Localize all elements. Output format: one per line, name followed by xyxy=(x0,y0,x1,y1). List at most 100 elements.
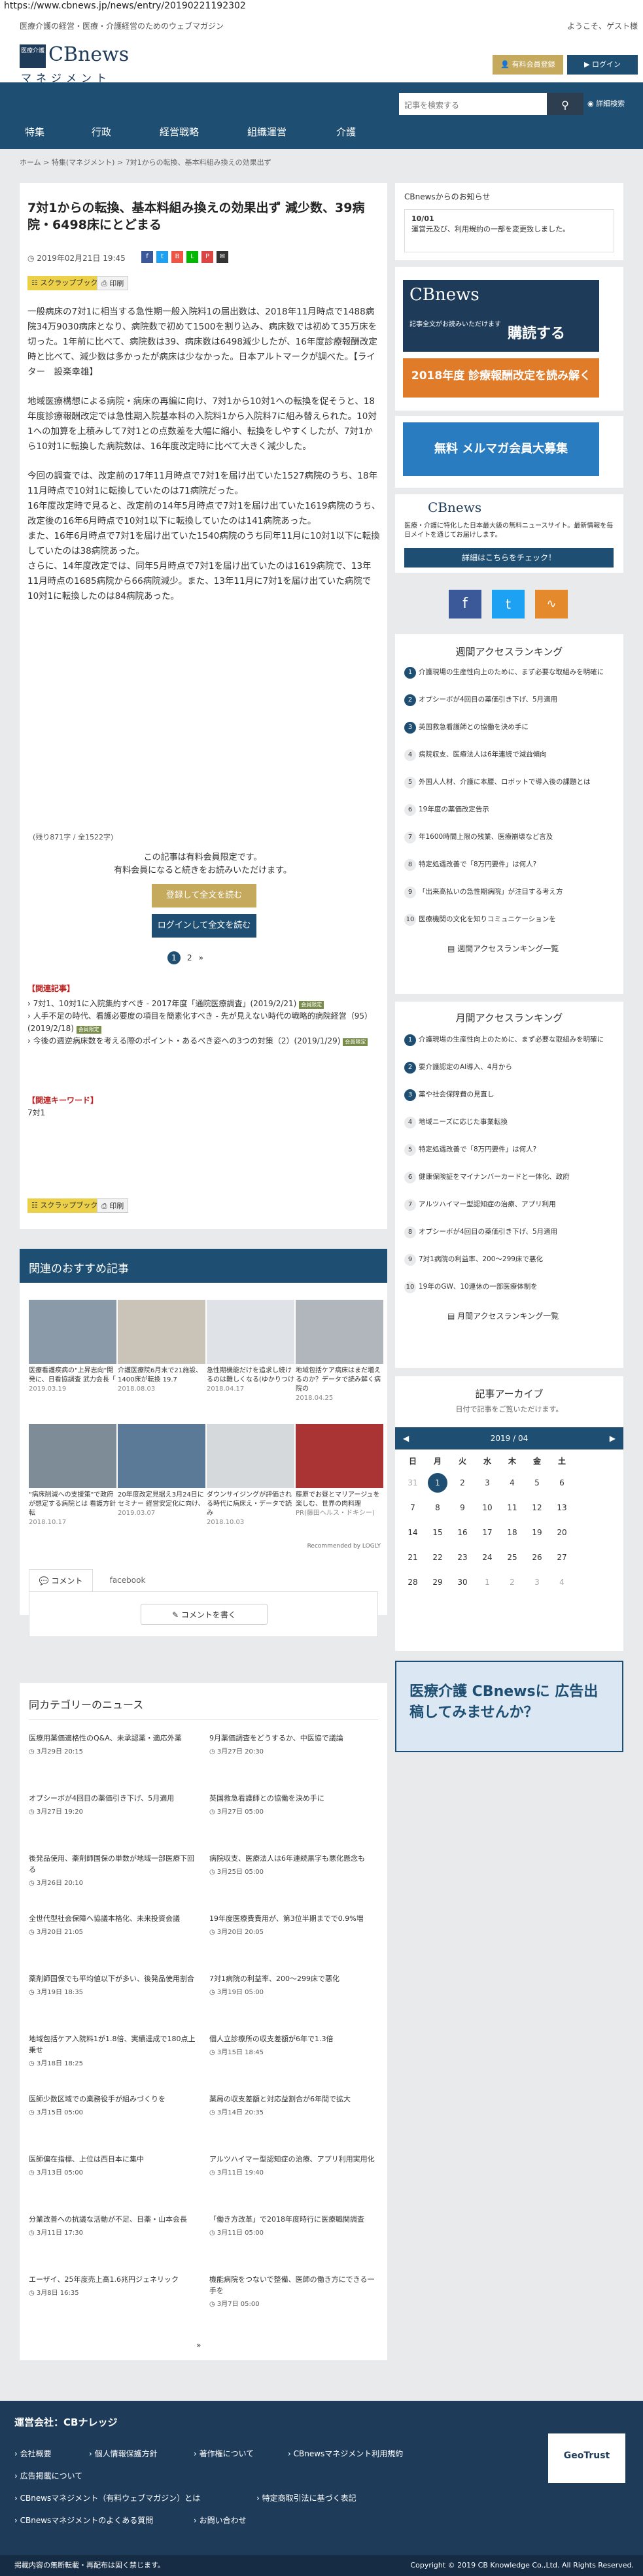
revision-ad[interactable]: 2018年度 診療報酬改定を読み解く xyxy=(403,358,599,398)
related-link[interactable]: › 今後の週逆病床数を考える際のポイント・あるべき姿への3つの対策（2）(201… xyxy=(27,1035,381,1047)
ranking-more-link[interactable]: ▤ 月間アクセスランキング一覧 xyxy=(447,1310,559,1321)
footer-link[interactable]: › 広告掲載について xyxy=(14,2470,82,2481)
category-news-item[interactable]: 医師偏在指標、上位は西日本に集中 ◷ 3月13日 05:00 xyxy=(29,2154,198,2178)
calendar-day[interactable]: 28 xyxy=(400,1570,425,1595)
ranking-item[interactable]: 8 特定処遇改善で「8万円要件」は何人? xyxy=(404,859,615,871)
mail-icon[interactable]: ✉ xyxy=(217,251,228,263)
write-comment-button[interactable]: ✎ コメントを書く xyxy=(141,1604,268,1625)
recommended-card[interactable]: ダウンサイジングが評価される時代に病床え・データで読み 2018.10.03 xyxy=(207,1424,294,1527)
ad-bottom[interactable]: 医療介護 CBnewsに 広告出稿してみませんか？ xyxy=(395,1661,623,1752)
category-news-item[interactable]: エーザイ、25年度売上高1.6兆円ジェネリック ◷ 3月8日 16:35 xyxy=(29,2274,198,2299)
calendar-day[interactable]: 4 xyxy=(500,1470,525,1495)
calendar-day[interactable]: 27 xyxy=(549,1545,574,1570)
ranking-item[interactable]: 6 19年度の薬価改定告示 xyxy=(404,804,615,816)
login-to-read-button[interactable]: ログインして全文を読む xyxy=(152,914,256,938)
ranking-item[interactable]: 10 医療機関の文化を知りコミュニケーションを xyxy=(404,914,615,926)
scrapbook-button-bottom[interactable]: ☷ スクラップブック xyxy=(27,1198,102,1213)
category-news-item[interactable]: 分業改善への抗議な活動が不足、日薬・山本会長 ◷ 3月11日 17:30 xyxy=(29,2214,198,2239)
notice-item[interactable]: 10/01 運営元及び、利用規約の一部を変更致しました。 xyxy=(404,209,614,252)
nav-item[interactable]: 組織運営 xyxy=(247,115,287,149)
url-bar[interactable]: https://www.cbnews.jp/news/entry/2019022… xyxy=(0,0,643,13)
footer-link[interactable]: › CBnewsマネジメント利用規約 xyxy=(288,2448,403,2459)
calendar-day[interactable]: 11 xyxy=(500,1495,525,1520)
calendar-day[interactable]: 3 xyxy=(475,1470,500,1495)
recommended-card[interactable]: 20年度改定見据え3月24日にセミナー 経営安定化に向け、 2019.03.07 xyxy=(118,1424,205,1518)
rss-icon[interactable]: ∿ xyxy=(535,590,568,619)
page-next[interactable]: » xyxy=(199,953,203,962)
ranking-item[interactable]: 4 病院収支、医療法人は6年連続で減益傾向 xyxy=(404,749,615,761)
category-news-item[interactable]: オプシーボが4回目の薬価引き下げ、5月適用 ◷ 3月27日 19:20 xyxy=(29,1793,198,1818)
ranking-more-link[interactable]: ▤ 週間アクセスランキング一覧 xyxy=(447,943,559,954)
ranking-item[interactable]: 4 地域ニーズに応じた事業転換 xyxy=(404,1117,615,1128)
twitter-icon[interactable]: t xyxy=(156,251,168,263)
category-news-item[interactable]: 全世代型社会保障へ協議本格化、未来投資会議 ◷ 3月20日 21:05 xyxy=(29,1913,198,1938)
scrapbook-button[interactable]: ☷ スクラップブック xyxy=(27,276,102,290)
breadcrumb[interactable]: ホーム > 特集(マネジメント) > 7対1からの転換、基本料組み換えの効果出ず xyxy=(20,157,271,167)
calendar-day[interactable]: 8 xyxy=(425,1495,450,1520)
calendar-day[interactable]: 25 xyxy=(500,1545,525,1570)
tab-comment[interactable]: 💬 コメント xyxy=(29,1569,93,1591)
calendar-day[interactable]: 9 xyxy=(450,1495,475,1520)
ranking-item[interactable]: 1 介護現場の生産性向上のために、まず必要な取組みを明確に xyxy=(404,1034,615,1046)
calendar-day[interactable]: 20 xyxy=(549,1520,574,1545)
twitter-follow-icon[interactable]: t xyxy=(492,590,525,619)
footer-link[interactable]: › お問い合わせ xyxy=(194,2515,247,2526)
calendar-day[interactable]: 19 xyxy=(525,1520,549,1545)
ranking-item[interactable]: 2 オプシーボが4回目の薬価引き下げ、5月適用 xyxy=(404,694,615,706)
nav-item[interactable]: 介護 xyxy=(336,115,356,149)
calendar-day[interactable]: 5 xyxy=(525,1470,549,1495)
recommended-card[interactable]: 医療看護疾病の"上昇志向"開発に、日看協調査 武力会長「 2019.03.19 xyxy=(29,1300,116,1394)
category-news-item[interactable]: アルツハイマー型認知症の治療、アプリ利用実用化 ◷ 3月11日 19:40 xyxy=(209,2154,378,2178)
ranking-item[interactable]: 9 7対1病院の利益率、200～299床で悪化 xyxy=(404,1254,615,1266)
calendar-day[interactable]: 24 xyxy=(475,1545,500,1570)
category-news-item[interactable]: 医療用薬価適格性のQ&A、未承認薬・適応外薬 ◷ 3月29日 20:15 xyxy=(29,1733,198,1757)
calendar-day[interactable]: 31 xyxy=(400,1470,425,1495)
footer-link[interactable]: › 個人情報保護方針 xyxy=(89,2448,158,2459)
prev-month-icon[interactable]: ◀ xyxy=(403,1427,409,1449)
category-news-item[interactable]: 薬局の収支差額と対応益割合が6年間で拡大 ◷ 3月14日 20:35 xyxy=(209,2093,378,2118)
ranking-item[interactable]: 2 要介護認定のAI導入、4月から xyxy=(404,1062,615,1074)
recommended-card[interactable]: 藤原でお昼とマリアージュを楽しむ、世界の肉料理 PR(藤田ヘルス・ドキシー) xyxy=(296,1424,383,1518)
print-button-bottom[interactable]: ⎙ 印刷 xyxy=(97,1198,129,1213)
search-icon[interactable]: ⚲ xyxy=(547,93,583,118)
related-link[interactable]: › 人手不足の時代、看護必要度の項目を簡素化すべき - 先が見えない時代の戦略的… xyxy=(27,1010,381,1035)
calendar-day[interactable]: 1 xyxy=(425,1470,450,1495)
nav-item[interactable]: 経営戦略 xyxy=(160,115,199,149)
tab-facebook[interactable]: facebook xyxy=(96,1569,160,1591)
calendar-day[interactable]: 13 xyxy=(549,1495,574,1520)
register-to-read-button[interactable]: 登録して全文を読む xyxy=(152,884,256,907)
page-2[interactable]: 2 xyxy=(187,953,192,962)
footer-link[interactable]: › 特定商取引法に基づく表記 xyxy=(256,2492,356,2503)
site-logo[interactable]: 医療介護 CBnews マネジメント xyxy=(20,42,145,84)
ranking-item[interactable]: 5 特定処遇改善で「8万円要件」は何人? xyxy=(404,1144,615,1156)
footer-link[interactable]: › 会社概要 xyxy=(14,2448,52,2459)
login-button[interactable]: ▶ ログイン xyxy=(567,55,638,75)
nav-item[interactable]: 特集 xyxy=(25,115,44,149)
pocket-icon[interactable]: P xyxy=(201,251,213,263)
page-1[interactable]: 1 xyxy=(167,951,181,964)
category-news-item[interactable]: 英国救急看護師との協働を決め手に ◷ 3月27日 05:00 xyxy=(209,1793,378,1818)
calendar-day[interactable]: 10 xyxy=(475,1495,500,1520)
print-button[interactable]: ⎙ 印刷 xyxy=(97,276,129,290)
footer-link[interactable]: › CBnewsマネジメント（有料ウェブマガジン）とは xyxy=(14,2492,200,2503)
next-month-icon[interactable]: ▶ xyxy=(610,1427,616,1449)
ranking-item[interactable]: 8 オプシーボが4回目の薬価引き下げ、5月適用 xyxy=(404,1227,615,1238)
ranking-item[interactable]: 6 健康保険証をマイナンバーカードと一体化、政府 xyxy=(404,1172,615,1183)
facebook-follow-icon[interactable]: f xyxy=(449,590,481,619)
category-news-item[interactable]: 後発品使用、薬剤師国保の単数が地域一部医療下回る ◷ 3月26日 20:10 xyxy=(29,1853,198,1889)
calendar-day[interactable]: 1 xyxy=(475,1570,500,1595)
nav-item[interactable]: 行政 xyxy=(92,115,111,149)
footer-link[interactable]: › CBnewsマネジメントのよくある質問 xyxy=(14,2515,153,2526)
category-news-item[interactable]: 19年度医療費費用が、第3位半期までで0.9%増 ◷ 3月20日 20:05 xyxy=(209,1913,378,1938)
calendar-day[interactable]: 16 xyxy=(450,1520,475,1545)
category-news-item[interactable]: 9月薬価調査をどうするか、中医協で議論 ◷ 3月27日 20:30 xyxy=(209,1733,378,1757)
ranking-item[interactable]: 7 年1600時間上限の残業、医療崩壊など言及 xyxy=(404,832,615,843)
calendar-day[interactable]: 2 xyxy=(450,1470,475,1495)
calendar-day[interactable]: 18 xyxy=(500,1520,525,1545)
recommended-card[interactable]: 介護医療院6月末で21施設、1400床が転換 19.7 2018.08.03 xyxy=(118,1300,205,1394)
ranking-item[interactable]: 3 英国救急看護師との協働を決め手に xyxy=(404,722,615,734)
magazine-ad[interactable]: CBnews 記事全文がお読みいただけます 購読する xyxy=(403,280,599,352)
geotrust-seal[interactable]: GeoTrust xyxy=(548,2433,625,2483)
category-news-item[interactable]: 機能病院をつないで整備、医師の働き方にできる一手を ◷ 3月7日 05:00 xyxy=(209,2274,378,2310)
calendar-day[interactable]: 3 xyxy=(525,1570,549,1595)
